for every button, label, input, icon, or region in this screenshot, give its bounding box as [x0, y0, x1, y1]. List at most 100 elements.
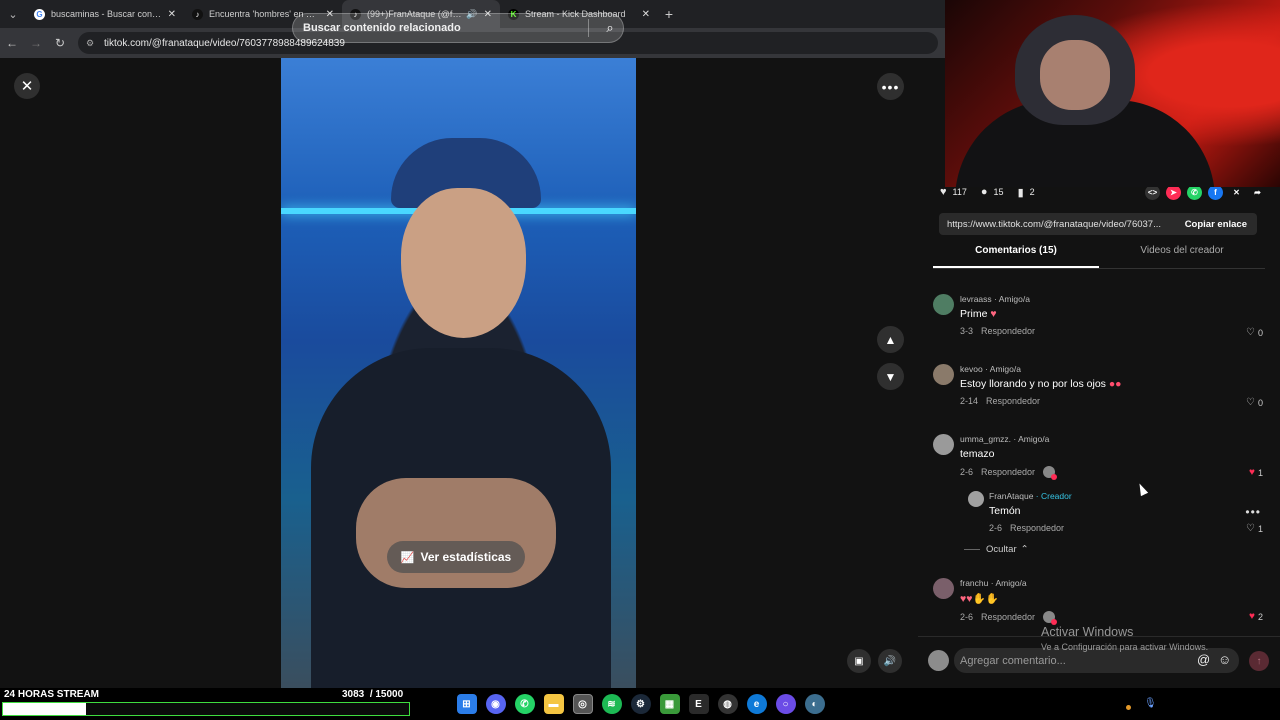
like-counter[interactable]: ♥ 117 — [940, 186, 967, 198]
heart-outline-icon: ♡ — [1246, 397, 1255, 408]
stream-goal-count: 3083 / 15000 — [342, 689, 403, 700]
close-icon[interactable]: ✕ — [642, 9, 650, 20]
comment-counter[interactable]: ● 15 — [981, 186, 1004, 198]
forward-arrow-icon[interactable]: → — [24, 36, 48, 50]
comment-item: franchu · Amigo/a ♥♥✋✋ 2-6 Respondedor ♥ 2 — [933, 578, 1265, 628]
reply-link[interactable]: Respondedor — [981, 467, 1035, 477]
save-counter[interactable]: ▮ 2 — [1018, 186, 1035, 199]
heart-filled-icon: ♥ — [1249, 611, 1255, 622]
hide-replies-button[interactable]: Ocultar ⌃ — [964, 544, 1029, 555]
close-video-button[interactable]: ✕ — [14, 73, 40, 99]
heart-outline-icon: ♡ — [1246, 523, 1255, 534]
back-arrow-icon[interactable]: ← — [0, 36, 24, 50]
comment-date: 3-3 — [960, 326, 974, 336]
share-url[interactable]: https://www.tiktok.com/@franataque/video… — [939, 219, 1175, 230]
obs-icon[interactable]: ◍ — [717, 694, 738, 714]
comment-item: levraass · Amigo/a Prime ♥ 3-3 Respondedo… — [933, 294, 1265, 344]
globe-icon[interactable]: ◐ — [804, 694, 825, 714]
comment-item: kevoo · Amigo/a Estoy llorando y no por … — [933, 364, 1265, 414]
comment-text: Estoy llorando y no por los ojos — [960, 378, 1106, 390]
comment-username[interactable]: umma_gmzz. — [960, 434, 1011, 444]
video-player[interactable] — [281, 58, 636, 688]
comment-like-button[interactable]: ♡ 0 — [1246, 327, 1263, 338]
related-search-bar[interactable]: ⌕ — [292, 13, 624, 43]
reply-link[interactable]: Respondedor — [981, 326, 1035, 336]
send-comment-button[interactable]: ↑ — [1249, 651, 1269, 671]
comment-username[interactable]: franchu — [960, 578, 988, 588]
comment-username[interactable]: FranAtaque — [989, 491, 1033, 501]
copy-link-button[interactable]: Copiar enlace — [1175, 219, 1257, 230]
comment-item: umma_gmzz. · Amigo/a temazo 2-6 Responded… — [933, 434, 1265, 484]
video-person-face — [401, 188, 526, 338]
avatar[interactable] — [933, 578, 954, 599]
search-icon[interactable]: ⌕ — [597, 20, 623, 36]
emoji-row-icon: ♥♥ — [960, 593, 973, 605]
site-info-icon[interactable]: ⚙ — [86, 38, 98, 49]
previous-video-button[interactable]: ▲ — [877, 326, 904, 353]
view-stats-label: Ver estadísticas — [420, 550, 512, 564]
discord-icon[interactable]: ◉ — [485, 694, 506, 714]
browser-tab-google[interactable]: G buscaminas - Buscar con Googl ✕ — [26, 0, 184, 28]
spotify-icon[interactable]: ≋ — [601, 694, 622, 714]
tab-search-chevron-icon[interactable]: ⌄ — [0, 0, 26, 28]
avatar[interactable] — [933, 364, 954, 385]
comment-like-button[interactable]: ♥ 1 — [1249, 467, 1263, 478]
minecraft-icon[interactable]: ▦ — [659, 694, 680, 714]
file-explorer-icon[interactable]: ▬ — [543, 694, 564, 714]
creator-tag: · Creador — [1035, 491, 1072, 501]
share-link-box: https://www.tiktok.com/@franataque/video… — [939, 213, 1257, 235]
comment-text: Prime — [960, 308, 988, 320]
mention-icon[interactable]: @ — [1197, 652, 1210, 667]
windows-start-icon[interactable]: ⊞ — [456, 694, 477, 714]
comment-like-button[interactable]: ♥ 2 — [1249, 611, 1263, 622]
panel-tabs: Comentarios (15) Videos del creador — [933, 245, 1265, 269]
new-tab-plus-icon[interactable]: + — [658, 6, 680, 22]
avatar[interactable] — [933, 294, 954, 315]
heart-filled-icon: ♥ — [1249, 467, 1255, 478]
comment-date: 2-6 — [960, 467, 974, 477]
view-stats-button[interactable]: 📈 Ver estadísticas — [387, 541, 525, 573]
chrome-icon[interactable]: ◎ — [572, 694, 593, 714]
avatar[interactable] — [933, 434, 954, 455]
creator-liked-badge — [1043, 611, 1058, 625]
floating-player-button[interactable]: ▣ — [847, 649, 871, 673]
tray-status-dot-icon — [1126, 705, 1131, 710]
next-video-button[interactable]: ▼ — [877, 363, 904, 390]
close-icon[interactable]: ✕ — [168, 9, 176, 20]
app-ring-icon[interactable]: ○ — [775, 694, 796, 714]
emoji-icon[interactable]: ☺ — [1218, 652, 1231, 667]
reply-link[interactable]: Respondedor — [1010, 523, 1064, 533]
avatar[interactable] — [968, 491, 984, 507]
windows-activation-watermark: Activar Windows Ve a Configuración para … — [1041, 625, 1280, 652]
more-options-button[interactable]: ••• — [877, 73, 904, 100]
heart-eyes-emoji-icon: ♥ — [990, 308, 997, 320]
like-count: 117 — [952, 187, 967, 197]
comment-like-button[interactable]: ♡ 0 — [1246, 397, 1263, 408]
volume-button[interactable]: 🔊 — [878, 649, 902, 673]
comment-like-count: 2 — [1257, 611, 1263, 622]
more-options-icon[interactable]: ••• — [1245, 505, 1261, 519]
comment-like-button[interactable]: ♡ 1 — [1246, 523, 1263, 534]
reload-icon[interactable]: ↻ — [48, 36, 72, 50]
stream-goal-target: / 15000 — [369, 689, 404, 700]
steam-icon[interactable]: ⚙ — [630, 694, 651, 714]
comment-username[interactable]: levraass — [960, 294, 992, 304]
edge-icon[interactable]: e — [746, 694, 767, 714]
tab-creator-videos[interactable]: Videos del creador — [1099, 245, 1265, 268]
whatsapp-icon[interactable]: ✆ — [514, 694, 535, 714]
comment-like-count: 0 — [1257, 327, 1263, 338]
reply-link[interactable]: Respondedor — [986, 396, 1040, 406]
google-icon: G — [34, 8, 45, 20]
related-search-input[interactable] — [303, 22, 580, 34]
microphone-icon[interactable]: 🎙 — [1144, 698, 1157, 709]
chevron-up-icon: ▲ — [884, 332, 897, 347]
chart-line-icon: 📈 — [400, 551, 415, 564]
arrow-up-icon: ↑ — [1256, 655, 1262, 667]
comment-like-count: 1 — [1257, 467, 1263, 478]
reply-link[interactable]: Respondedor — [981, 612, 1035, 622]
avatar[interactable] — [928, 650, 949, 671]
comment-username[interactable]: kevoo — [960, 364, 983, 374]
epic-games-icon[interactable]: E — [688, 694, 709, 714]
comment-bubble-icon: ● — [980, 186, 988, 198]
tab-comments[interactable]: Comentarios (15) — [933, 245, 1099, 268]
